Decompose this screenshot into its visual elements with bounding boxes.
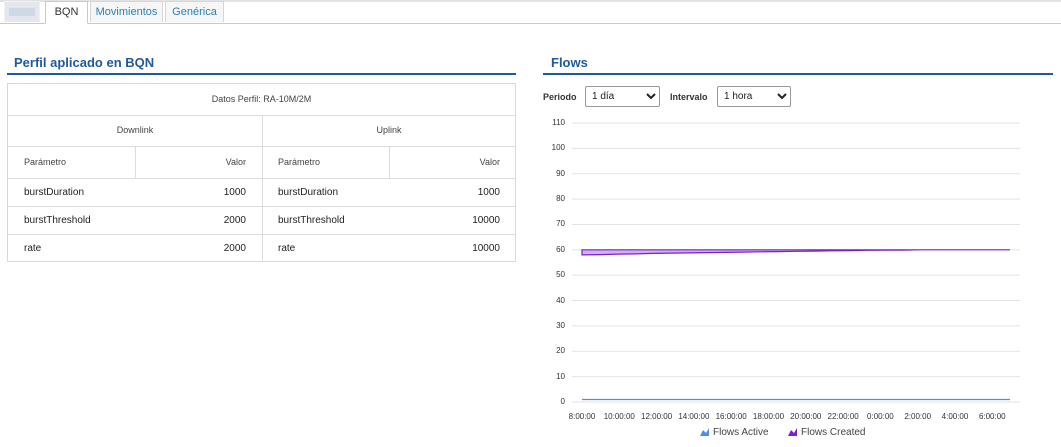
table-cell: burstDuration	[24, 187, 85, 198]
downlink-valor-header: Valor	[225, 157, 246, 167]
divider	[262, 115, 263, 261]
table-cell: rate	[24, 243, 42, 254]
tab-blurred-label	[9, 8, 35, 16]
y-tick-label: 50	[556, 270, 565, 280]
downlink-header: Downlink	[116, 125, 154, 135]
profile-table: Datos Perfil: RA-10M/2M Downlink Uplink …	[7, 83, 516, 262]
tab-generica[interactable]: Genérica	[165, 1, 224, 22]
table-cell: burstThreshold	[24, 215, 91, 226]
x-tick-label: 14:00:00	[678, 412, 710, 421]
y-tick-label: 80	[556, 194, 565, 204]
table-cell: burstThreshold	[278, 215, 345, 226]
flows-title-underline	[543, 73, 1053, 75]
tab-movimientos[interactable]: Movimientos	[90, 1, 163, 22]
intervalo-label: Intervalo	[670, 92, 708, 102]
x-tick-label: 22:00:00	[827, 412, 859, 421]
x-tick-label: 18:00:00	[752, 412, 785, 421]
table-cell: 2000	[223, 243, 246, 254]
y-tick-label: 90	[556, 168, 565, 178]
legend-flows-created-label: Flows Created	[801, 427, 866, 438]
y-tick-label: 70	[556, 219, 565, 229]
tab-blurred[interactable]	[4, 1, 40, 22]
x-tick-label: 4:00:00	[941, 412, 969, 421]
y-tick-label: 40	[556, 295, 565, 305]
area-chart-icon	[700, 428, 709, 437]
x-tick-label: 16:00:00	[715, 412, 747, 421]
datos-perfil-label: Datos Perfil: RA-10M/2M	[211, 94, 312, 104]
table-cell: rate	[278, 243, 296, 254]
x-tick-label: 2:00:00	[904, 412, 932, 421]
x-tick-label: 0:00:00	[867, 412, 894, 421]
y-tick-label: 100	[551, 143, 565, 153]
downlink-param-header: Parámetro	[24, 157, 67, 167]
periodo-label: Periodo	[543, 92, 577, 102]
x-tick-label: 20:00:00	[790, 412, 822, 421]
x-tick-label: 8:00:00	[568, 412, 596, 421]
table-cell: 1000	[223, 187, 246, 198]
y-tick-label: 0	[560, 397, 565, 406]
profile-section-title: Perfil aplicado en BQN	[14, 55, 155, 70]
tab-bqn[interactable]: BQN	[45, 1, 88, 24]
flows-section-title: Flows	[551, 55, 588, 70]
x-tick-label: 6:00:00	[978, 412, 1006, 421]
tab-bar: BQN Movimientos Genérica	[0, 0, 1061, 24]
y-tick-label: 30	[556, 320, 565, 330]
table-cell: 10000	[472, 215, 500, 226]
y-tick-label: 60	[556, 244, 565, 254]
y-tick-label: 10	[556, 371, 565, 381]
table-cell: 10000	[472, 243, 500, 254]
y-tick-label: 110	[552, 118, 565, 127]
profile-title-underline	[7, 73, 516, 75]
y-tick-label: 20	[556, 346, 565, 356]
table-cell: burstDuration	[278, 187, 339, 198]
table-cell: 2000	[223, 215, 246, 226]
uplink-param-header: Parámetro	[278, 157, 321, 167]
legend-flows-active[interactable]: Flows Active	[700, 427, 769, 438]
x-tick-label: 12:00:00	[641, 412, 673, 421]
periodo-select[interactable]: 1 día	[585, 86, 660, 107]
uplink-header: Uplink	[376, 125, 402, 135]
legend-flows-created[interactable]: Flows Created	[788, 427, 865, 438]
uplink-valor-header: Valor	[479, 157, 500, 167]
legend-flows-active-label: Flows Active	[713, 427, 769, 438]
intervalo-select[interactable]: 1 hora	[717, 86, 791, 107]
area-chart-icon	[788, 428, 797, 437]
series-flows-created-area	[581, 249, 1010, 256]
table-cell: 1000	[477, 187, 500, 198]
x-tick-label: 10:00:00	[603, 412, 635, 421]
